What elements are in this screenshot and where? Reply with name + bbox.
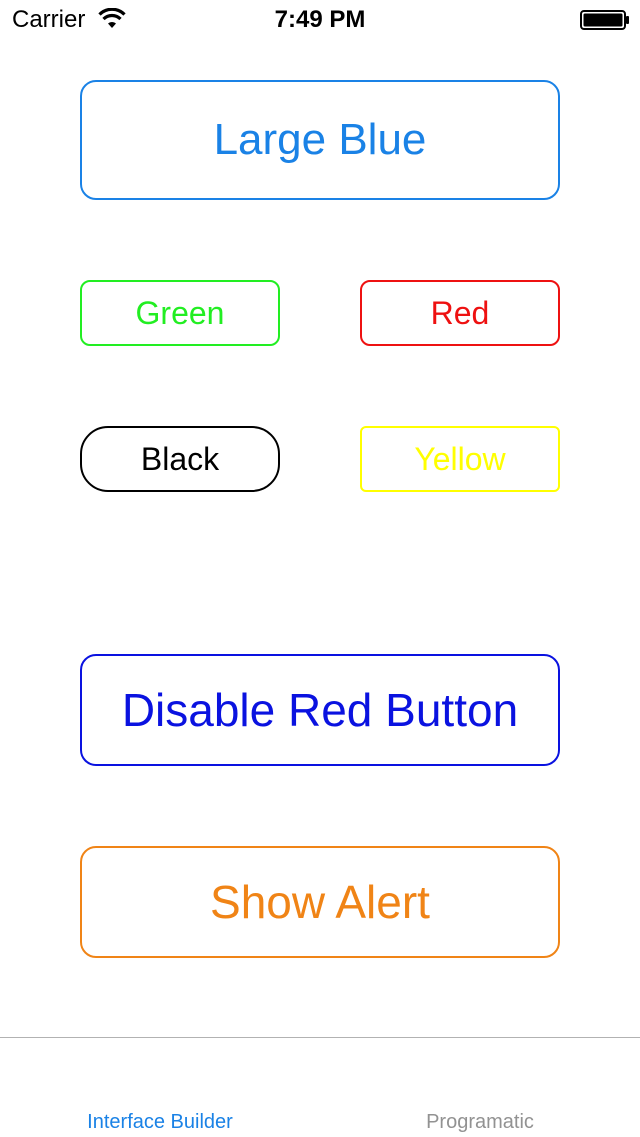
- status-bar: Carrier 7:49 PM: [0, 0, 640, 40]
- yellow-button[interactable]: Yellow: [360, 426, 560, 492]
- black-button-label: Black: [140, 440, 220, 477]
- battery-full-icon: [580, 10, 629, 30]
- tab-bar: Interface Builder Programatic: [0, 1037, 640, 1137]
- red-button-label: Red: [430, 294, 490, 331]
- tab-interface-builder-label: Interface Builder: [87, 1111, 233, 1133]
- yellow-button-label: Yellow: [414, 440, 506, 477]
- red-button[interactable]: Red: [360, 280, 560, 346]
- disable-red-button-label: Disable Red Button: [121, 684, 519, 736]
- large-blue-button[interactable]: Large Blue: [80, 80, 560, 200]
- disable-red-button[interactable]: Disable Red Button: [80, 654, 560, 766]
- show-alert-button-label: Show Alert: [210, 876, 430, 928]
- green-button[interactable]: Green: [80, 280, 280, 346]
- show-alert-button[interactable]: Show Alert: [80, 846, 560, 958]
- tab-interface-builder[interactable]: Interface Builder: [0, 1038, 320, 1137]
- status-time: 7:49 PM: [274, 6, 366, 33]
- tab-programatic[interactable]: Programatic: [320, 1038, 640, 1137]
- green-button-label: Green: [135, 294, 225, 331]
- tab-programatic-label: Programatic: [426, 1111, 534, 1133]
- large-blue-button-label: Large Blue: [213, 115, 427, 164]
- black-button[interactable]: Black: [80, 426, 280, 492]
